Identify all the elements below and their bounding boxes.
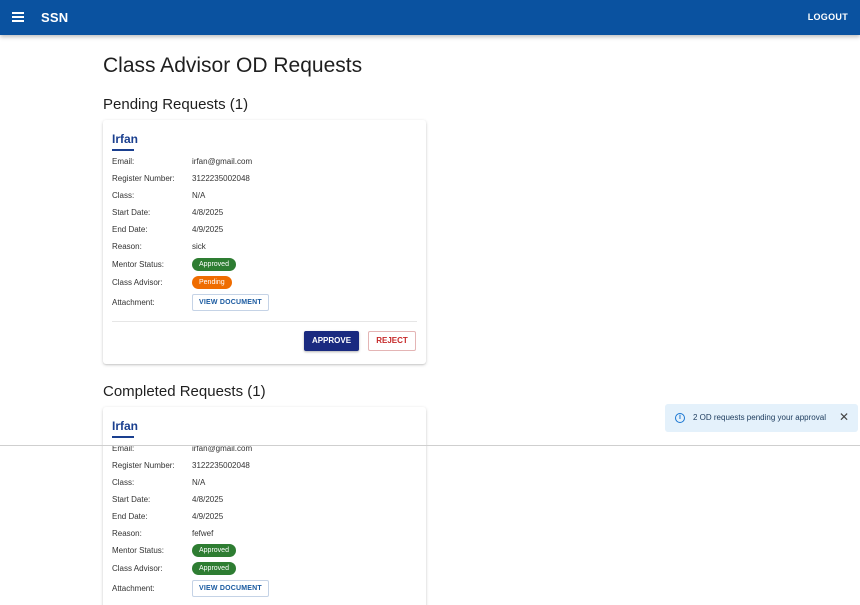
class-advisor-row: Class Advisor: Pending [112, 275, 232, 289]
start-date-value: 4/8/2025 [192, 494, 224, 504]
register-row: Register Number: 3122235002048 [112, 458, 250, 472]
mentor-status-row: Mentor Status: Approved [112, 257, 236, 271]
divider-line [0, 445, 860, 446]
class-advisor-label: Class Advisor: [112, 563, 163, 573]
student-name: Irfan [112, 419, 139, 433]
register-row: Register Number: 3122235002048 [112, 171, 250, 185]
view-document-button[interactable]: VIEW DOCUMENT [192, 293, 269, 311]
pending-section-title: Pending Requests (1) [103, 96, 249, 113]
student-name: Irfan [112, 132, 139, 146]
email-value: irfan@gmail.com [192, 156, 253, 166]
mentor-status-row: Mentor Status: Approved [112, 543, 236, 557]
class-advisor-label: Class Advisor: [112, 277, 163, 287]
attachment-row: Attachment: VIEW DOCUMENT [112, 293, 269, 311]
class-row: Class: N/A [112, 475, 205, 489]
mentor-status-label: Mentor Status: [112, 545, 165, 555]
reason-row: Reason: fefwef [112, 526, 213, 540]
attachment-label: Attachment: [112, 297, 155, 307]
class-value: N/A [192, 477, 206, 487]
register-label: Register Number: [112, 173, 175, 183]
reason-value: sick [192, 241, 206, 251]
class-label: Class: [112, 190, 135, 200]
start-date-row: Start Date: 4/8/2025 [112, 492, 223, 506]
email-row: Email: irfan@gmail.com [112, 441, 252, 455]
end-date-value: 4/9/2025 [192, 224, 224, 234]
class-row: Class: N/A [112, 188, 205, 202]
email-row: Email: irfan@gmail.com [112, 154, 252, 168]
card-divider [112, 321, 417, 322]
reason-label: Reason: [112, 528, 142, 538]
app-bar: SSN LOGOUT [0, 0, 860, 35]
info-icon: i [675, 413, 685, 423]
brand-title: SSN [41, 10, 69, 25]
attachment-row: Attachment: VIEW DOCUMENT [112, 579, 269, 597]
end-date-row: End Date: 4/9/2025 [112, 222, 223, 236]
class-advisor-badge: Approved [192, 561, 236, 575]
mentor-status-badge: Approved [192, 257, 236, 271]
start-date-label: Start Date: [112, 207, 151, 217]
end-date-row: End Date: 4/9/2025 [112, 509, 223, 523]
register-value: 3122235002048 [192, 460, 250, 470]
notification-message: 2 OD requests pending your approval [693, 413, 826, 422]
completed-request-card: Irfan Email: irfan@gmail.com Register Nu… [103, 407, 426, 605]
pending-request-card: Irfan Email: irfan@gmail.com Register Nu… [103, 120, 426, 364]
start-date-value: 4/8/2025 [192, 207, 224, 217]
start-date-row: Start Date: 4/8/2025 [112, 205, 223, 219]
completed-section-title: Completed Requests (1) [103, 383, 266, 400]
reject-button[interactable]: REJECT [368, 331, 416, 351]
end-date-label: End Date: [112, 224, 148, 234]
start-date-label: Start Date: [112, 494, 151, 504]
end-date-value: 4/9/2025 [192, 511, 224, 521]
end-date-label: End Date: [112, 511, 148, 521]
mentor-status-badge: Approved [192, 543, 236, 557]
attachment-label: Attachment: [112, 583, 155, 593]
class-advisor-row: Class Advisor: Approved [112, 561, 236, 575]
register-label: Register Number: [112, 460, 175, 470]
reason-value: fefwef [192, 528, 214, 538]
reason-row: Reason: sick [112, 239, 206, 253]
notification-snackbar: i 2 OD requests pending your approval ✕ [665, 404, 858, 432]
menu-icon[interactable] [12, 12, 24, 22]
register-value: 3122235002048 [192, 173, 250, 183]
page-title: Class Advisor OD Requests [103, 54, 363, 77]
view-document-button[interactable]: VIEW DOCUMENT [192, 579, 269, 597]
mentor-status-label: Mentor Status: [112, 259, 165, 269]
name-underline [112, 149, 134, 151]
close-icon[interactable]: ✕ [839, 410, 849, 424]
class-value: N/A [192, 190, 206, 200]
email-label: Email: [112, 156, 135, 166]
reason-label: Reason: [112, 241, 142, 251]
approve-button[interactable]: APPROVE [304, 331, 359, 351]
logout-button[interactable]: LOGOUT [808, 12, 848, 22]
class-advisor-badge: Pending [192, 275, 232, 289]
class-label: Class: [112, 477, 135, 487]
name-underline [112, 436, 134, 438]
